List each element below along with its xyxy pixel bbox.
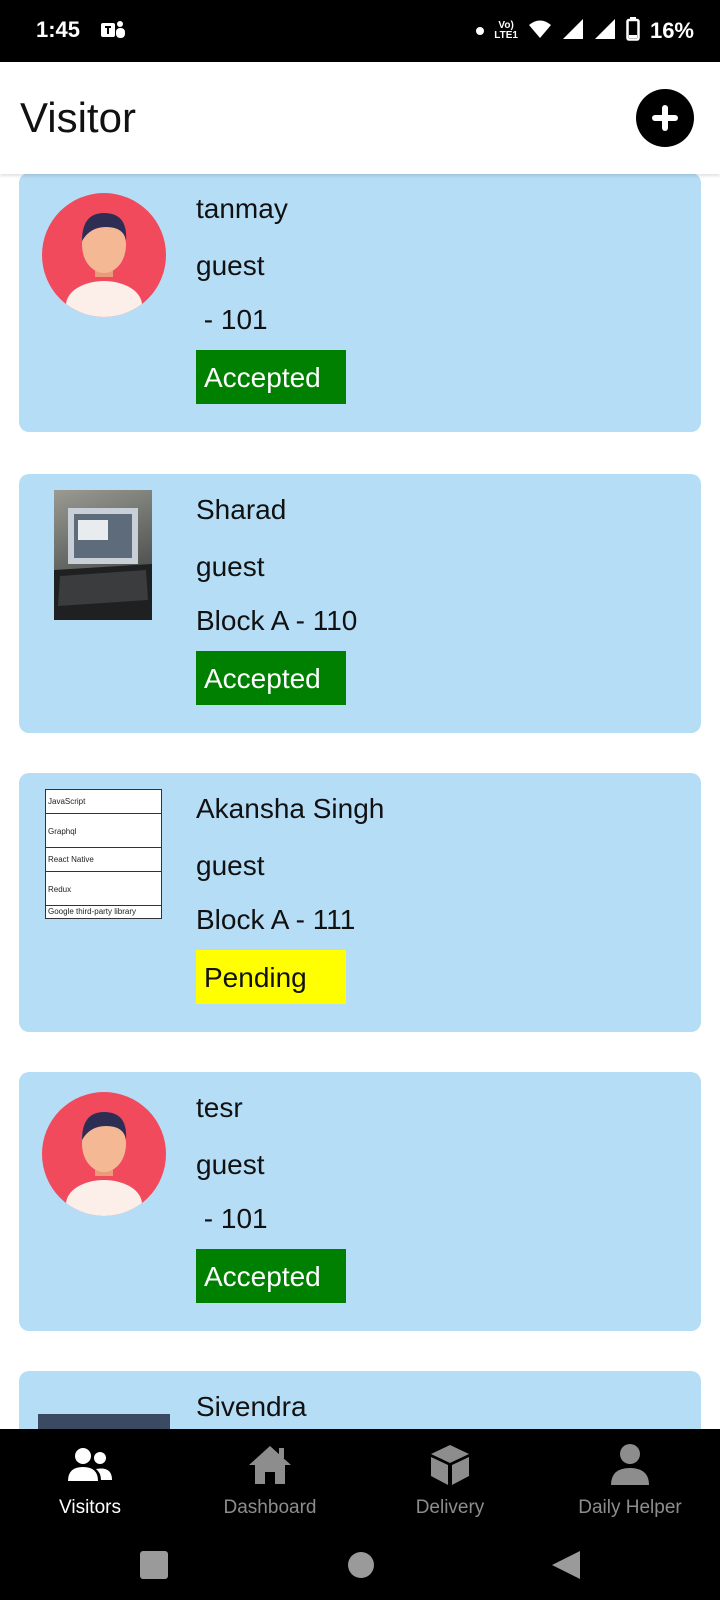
add-visitor-button[interactable] xyxy=(636,89,694,147)
nav-delivery[interactable]: Delivery xyxy=(360,1429,540,1529)
notification-dot-icon xyxy=(476,27,485,35)
page-title: Visitor xyxy=(20,94,136,141)
circle-icon xyxy=(348,1552,374,1578)
nav-visitors[interactable]: Visitors xyxy=(0,1429,180,1529)
back-button[interactable] xyxy=(546,1545,586,1585)
visitor-name: Sivendra xyxy=(196,1391,307,1422)
doc-line: Redux xyxy=(46,872,161,906)
visitor-flat: - 101 xyxy=(196,1203,268,1234)
visitor-name: Akansha Singh xyxy=(196,793,385,824)
status-badge: Accepted xyxy=(196,350,346,404)
document-image: JavaScript Graphql React Native Redux Go… xyxy=(45,789,162,919)
bottom-navigation: Visitors Dashboard Delivery Daily Helper xyxy=(0,1429,720,1529)
wifi-icon xyxy=(528,19,552,44)
visitor-card[interactable]: Sivendra xyxy=(19,1371,701,1429)
visitor-name: Sharad xyxy=(196,494,287,525)
person-icon xyxy=(606,1443,654,1487)
status-bar: 1:45 Vo) LTE1 16% xyxy=(0,0,720,62)
status-badge: Accepted xyxy=(196,651,346,705)
visitor-photo xyxy=(38,1414,170,1429)
visitor-card[interactable]: JavaScript Graphql React Native Redux Go… xyxy=(19,773,701,1032)
visitor-type: guest xyxy=(196,250,265,281)
nav-label: Delivery xyxy=(415,1497,485,1518)
visitor-type: guest xyxy=(196,850,265,881)
nav-dashboard[interactable]: Dashboard xyxy=(180,1429,360,1529)
volte-icon: Vo) LTE1 xyxy=(494,20,518,41)
users-icon xyxy=(66,1443,114,1487)
laptop-photo xyxy=(54,490,152,620)
battery-percent: 16% xyxy=(649,18,694,43)
visitor-flat: Block A - 111 xyxy=(196,904,356,935)
plus-icon xyxy=(652,105,678,131)
battery-icon xyxy=(626,16,640,46)
visitor-flat: Block A - 110 xyxy=(196,605,358,636)
recents-button[interactable] xyxy=(134,1545,174,1585)
visitor-list[interactable]: tanmay guest - 101 Accepted Sharad guest… xyxy=(0,174,720,1429)
doc-line: Graphql xyxy=(46,814,161,848)
nav-label: Daily Helper xyxy=(578,1497,682,1518)
nav-daily-helper[interactable]: Daily Helper xyxy=(540,1429,720,1529)
status-time: 1:45 xyxy=(36,17,81,42)
back-triangle-icon xyxy=(552,1551,580,1579)
status-badge: Pending xyxy=(196,950,346,1004)
signal-icon xyxy=(562,18,584,45)
square-icon xyxy=(140,1551,168,1579)
box-icon xyxy=(426,1443,474,1487)
app-header: Visitor xyxy=(0,62,720,174)
nav-label: Visitors xyxy=(59,1497,121,1518)
default-avatar-icon xyxy=(42,193,166,317)
visitor-card[interactable]: Sharad guest Block A - 110 Accepted xyxy=(19,474,701,733)
visitor-name: tesr xyxy=(196,1092,243,1123)
visitor-flat: - 101 xyxy=(196,304,268,335)
system-navigation xyxy=(0,1529,720,1600)
home-button[interactable] xyxy=(341,1545,381,1585)
visitor-type: guest xyxy=(196,551,265,582)
default-avatar-icon xyxy=(42,1092,166,1216)
home-icon xyxy=(246,1443,294,1487)
status-icons: Vo) LTE1 16% xyxy=(476,15,694,47)
signal-2-icon xyxy=(594,18,616,45)
visitor-name: tanmay xyxy=(196,193,288,224)
teams-notification-icon xyxy=(100,19,126,43)
doc-line: React Native xyxy=(46,848,161,872)
doc-line: JavaScript xyxy=(46,790,161,814)
visitor-type: guest xyxy=(196,1149,265,1180)
visitor-card[interactable]: tanmay guest - 101 Accepted xyxy=(19,174,701,432)
visitor-card[interactable]: tesr guest - 101 Accepted xyxy=(19,1072,701,1331)
status-badge: Accepted xyxy=(196,1249,346,1303)
doc-line: Google third-party library xyxy=(48,907,137,916)
nav-label: Dashboard xyxy=(223,1497,317,1518)
